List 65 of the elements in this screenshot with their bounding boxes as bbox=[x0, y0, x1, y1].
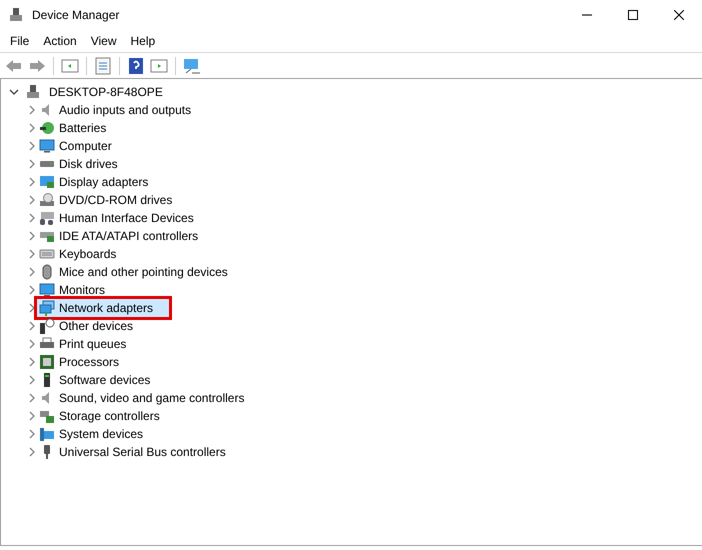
network-icon bbox=[39, 300, 55, 316]
close-icon bbox=[674, 10, 684, 20]
expand-icon[interactable] bbox=[27, 231, 37, 241]
expand-icon[interactable] bbox=[27, 357, 37, 367]
unknown-device-icon bbox=[39, 318, 55, 334]
tree-item[interactable]: Network adapters bbox=[37, 299, 170, 317]
tree-item[interactable]: Human Interface Devices bbox=[37, 209, 210, 227]
tree-item[interactable]: Processors bbox=[37, 353, 136, 371]
tree-item[interactable]: Display adapters bbox=[37, 173, 164, 191]
storage-controller-icon bbox=[39, 408, 55, 424]
expand-icon[interactable] bbox=[27, 339, 37, 349]
expand-icon[interactable] bbox=[27, 267, 37, 277]
app-icon bbox=[8, 7, 24, 23]
tree-item[interactable]: Software devices bbox=[37, 371, 166, 389]
system-devices-icon bbox=[39, 426, 55, 442]
expand-icon[interactable] bbox=[27, 429, 37, 439]
expand-icon[interactable] bbox=[27, 213, 37, 223]
expand-icon[interactable] bbox=[27, 393, 37, 403]
tree-item[interactable]: Mice and other pointing devices bbox=[37, 263, 244, 281]
menu-item[interactable]: Help bbox=[124, 31, 162, 51]
expand-icon[interactable] bbox=[27, 159, 37, 169]
menu-item[interactable]: File bbox=[3, 31, 36, 51]
tree-item[interactable]: Audio inputs and outputs bbox=[37, 101, 208, 119]
expand-icon[interactable] bbox=[27, 411, 37, 421]
tree-item[interactable]: Universal Serial Bus controllers bbox=[37, 443, 242, 461]
maximize-icon bbox=[628, 10, 638, 20]
expand-icon[interactable] bbox=[27, 195, 37, 205]
collapse-icon[interactable] bbox=[9, 87, 19, 97]
processor-icon bbox=[39, 354, 55, 370]
tree-item[interactable]: Keyboards bbox=[37, 245, 132, 263]
tree-item[interactable]: Sound, video and game controllers bbox=[37, 389, 260, 407]
menu-item[interactable]: View bbox=[84, 31, 124, 51]
expand-icon[interactable] bbox=[27, 321, 37, 331]
expand-icon[interactable] bbox=[27, 285, 37, 295]
expand-icon[interactable] bbox=[27, 249, 37, 259]
expand-icon[interactable] bbox=[27, 141, 37, 151]
tree-item[interactable]: Batteries bbox=[37, 119, 122, 137]
expand-icon[interactable] bbox=[27, 447, 37, 457]
battery-plug-icon bbox=[39, 120, 55, 136]
monitor-icon bbox=[39, 138, 55, 154]
expand-icon[interactable] bbox=[27, 177, 37, 187]
expand-icon[interactable] bbox=[27, 123, 37, 133]
window-title: Device Manager bbox=[32, 7, 120, 24]
optical-drive-icon bbox=[39, 192, 55, 208]
expand-icon[interactable] bbox=[27, 303, 37, 313]
tree-item[interactable]: Disk drives bbox=[37, 155, 134, 173]
display-adapter-icon bbox=[39, 174, 55, 190]
disk-drive-icon bbox=[39, 160, 55, 168]
expand-icon[interactable] bbox=[27, 375, 37, 385]
tree-item[interactable]: IDE ATA/ATAPI controllers bbox=[37, 227, 214, 245]
tree-item[interactable]: Computer bbox=[37, 137, 128, 155]
tree-item[interactable]: Print queues bbox=[37, 335, 142, 353]
help-icon[interactable] bbox=[126, 56, 146, 76]
tree-item[interactable]: System devices bbox=[37, 425, 160, 443]
tree-item[interactable]: DVD/CD-ROM drives bbox=[37, 191, 188, 209]
tree-item[interactable]: DESKTOP-8F48OPE bbox=[47, 83, 165, 101]
tree-item[interactable]: Monitors bbox=[37, 281, 122, 299]
properties-icon[interactable] bbox=[93, 56, 113, 76]
tree-item[interactable]: Other devices bbox=[37, 317, 150, 335]
expand-icon[interactable] bbox=[27, 105, 37, 115]
tree-item[interactable]: Storage controllers bbox=[37, 407, 176, 425]
monitor-icon bbox=[39, 282, 55, 298]
keyboard-mouse-icon bbox=[39, 210, 55, 226]
computer-icon bbox=[25, 84, 41, 100]
menu-item[interactable]: Action bbox=[36, 31, 84, 51]
